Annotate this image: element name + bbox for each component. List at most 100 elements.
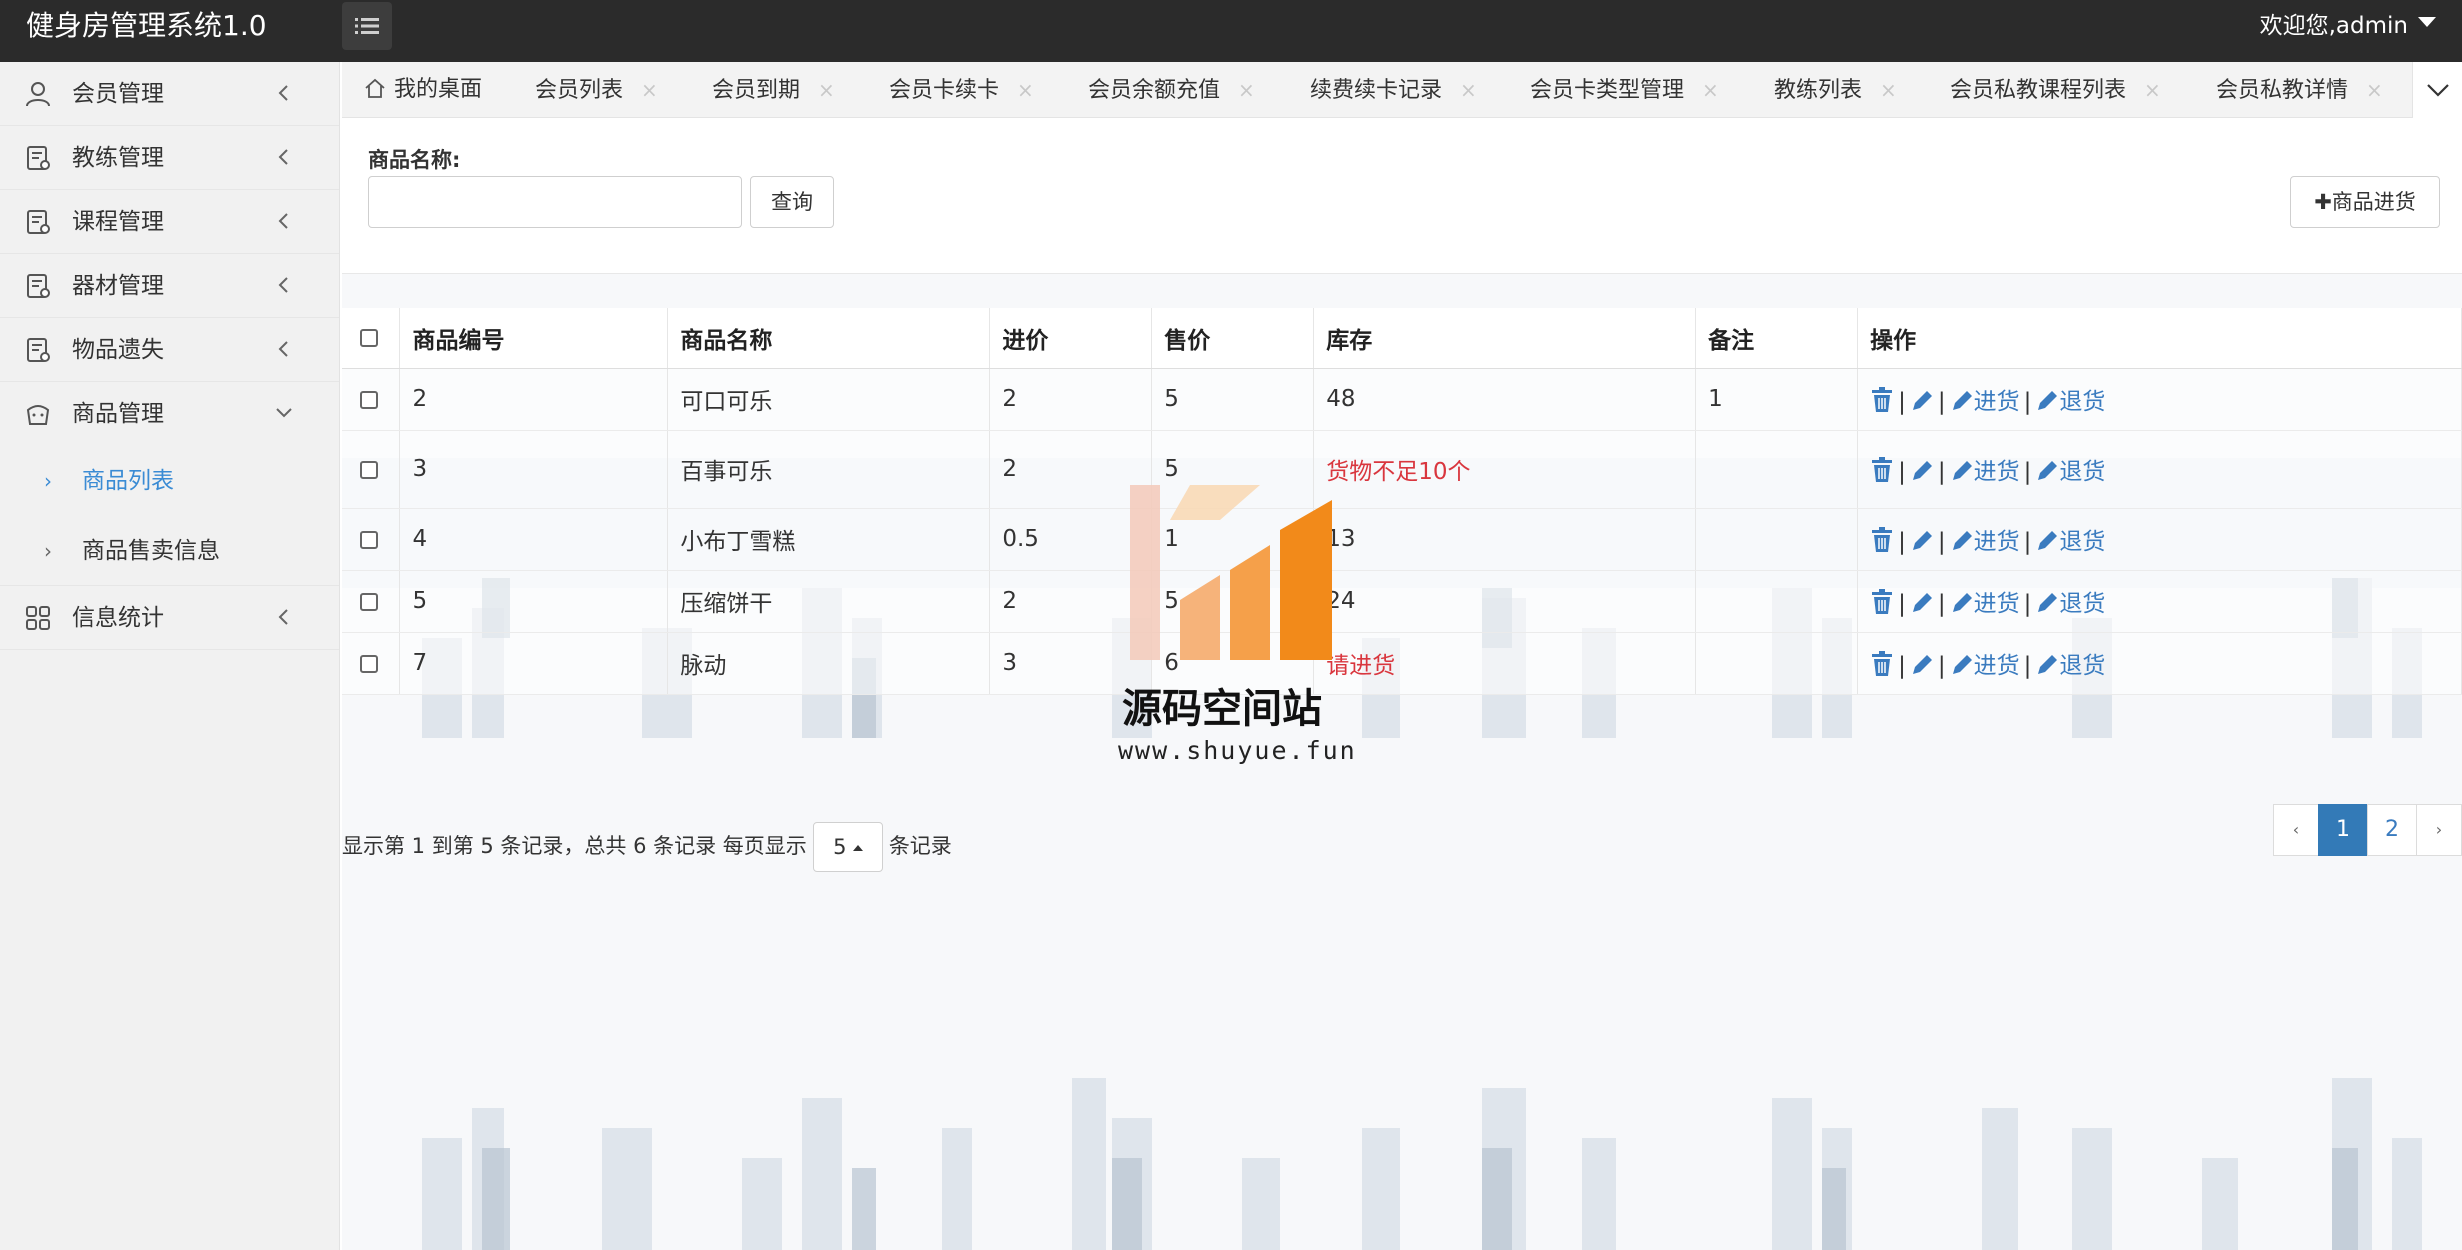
cell-price: 5 [1151,368,1315,431]
sidebar-subitem-label: 商品列表 [82,468,174,494]
close-icon[interactable]: × [2144,78,2161,102]
row-checkbox[interactable] [360,592,378,611]
return-link[interactable]: 退货 [2035,529,2105,555]
cell-note [1695,570,1859,633]
separator: | [1898,389,1906,415]
sidebar: 会员管理 教练管理 课程管理 器材管理 物品遗失 商品管理 › 商品列表 › 商… [0,62,340,1250]
row-checkbox[interactable] [360,654,378,673]
cell-id: 4 [399,508,669,571]
query-button[interactable]: 查询 [750,176,834,228]
pencil-icon[interactable] [1910,389,1934,413]
search-panel: 商品名称: 查询 ✚商品进货 [342,118,2462,274]
table-row: 3 百事可乐 2 5 货物不足10个 | | 进货 | 退货 [342,430,2462,509]
close-icon[interactable]: × [1880,78,1897,102]
row-checkbox[interactable] [360,390,378,409]
sidebar-item-label: 课程管理 [72,209,164,235]
tab-label: 续费续卡记录 [1310,78,1443,103]
tab-coach-list[interactable]: 教练列表 × [1774,62,1897,118]
sidebar-subitem-goods-list[interactable]: › 商品列表 [0,446,339,516]
cell-price: 5 [1151,430,1315,509]
page-button-1[interactable]: 1 [2318,804,2368,856]
row-checkbox-cell [342,508,401,571]
close-icon[interactable]: × [818,78,835,102]
restock-link[interactable]: 进货 [1950,389,2020,415]
close-icon[interactable]: × [1702,78,1719,102]
column-header[interactable]: 售价 [1151,308,1315,369]
cell-actions: | | 进货 | 退货 [1857,632,2462,695]
pencil-icon[interactable] [1910,459,1934,483]
tab-label: 会员余额充值 [1088,78,1221,103]
sidebar-item-coach[interactable]: 教练管理 [0,126,339,190]
sidebar-item-member[interactable]: 会员管理 [0,62,339,126]
row-checkbox[interactable] [360,460,378,479]
sidebar-item-statistics[interactable]: 信息统计 [0,586,339,650]
user-menu[interactable]: 欢迎您,admin [2260,0,2436,52]
close-icon[interactable]: × [1460,78,1477,102]
tab-member-expiry[interactable]: 会员到期 × [712,62,835,118]
column-header[interactable]: 库存 [1313,308,1697,369]
column-header[interactable]: 备注 [1695,308,1859,369]
pencil-icon[interactable] [1910,591,1934,615]
trash-icon[interactable] [1870,387,1894,413]
return-link[interactable]: 退货 [2035,459,2105,485]
home-icon [365,78,385,98]
column-header[interactable]: 进价 [989,308,1153,369]
sidebar-item-label: 物品遗失 [72,337,164,363]
close-icon[interactable]: × [641,78,658,102]
tab-private-course-list[interactable]: 会员私教课程列表 × [1950,62,2161,118]
tab-desktop[interactable]: 我的桌面 [364,62,482,118]
cell-stock-warning: 请进货 [1313,632,1697,695]
tab-renew-records[interactable]: 续费续卡记录 × [1310,62,1477,118]
pencil-icon [1952,593,1972,612]
cell-name: 压缩饼干 [667,570,991,633]
return-link[interactable]: 退货 [2035,591,2105,617]
page-size-select[interactable]: 5 [812,822,883,872]
close-icon[interactable]: × [2366,78,2383,102]
column-header[interactable]: 商品名称 [667,308,991,369]
return-link[interactable]: 退货 [2035,389,2105,415]
restock-link[interactable]: 进货 [1950,653,2020,679]
close-icon[interactable]: × [1017,78,1034,102]
pencil-icon [1952,391,1972,410]
trash-icon[interactable] [1870,651,1894,677]
tab-balance-recharge[interactable]: 会员余额充值 × [1088,62,1255,118]
cell-actions: | | 进货 | 退货 [1857,430,2462,509]
restock-link[interactable]: 进货 [1950,459,2020,485]
cell-stock: 24 [1313,570,1697,633]
tab-card-type[interactable]: 会员卡类型管理 × [1530,62,1719,118]
tab-more-button[interactable] [2412,62,2462,118]
sidebar-item-equipment[interactable]: 器材管理 [0,254,339,318]
return-link[interactable]: 退货 [2035,653,2105,679]
tab-member-list[interactable]: 会员列表 × [535,62,658,118]
trash-icon[interactable] [1870,589,1894,615]
add-goods-button[interactable]: ✚商品进货 [2290,176,2440,228]
page-button-2[interactable]: 2 [2367,804,2417,856]
sidebar-item-lost-items[interactable]: 物品遗失 [0,318,339,382]
restock-link[interactable]: 进货 [1950,529,2020,555]
menu-toggle-button[interactable] [342,2,392,50]
goods-name-input[interactable] [368,176,742,228]
pencil-icon[interactable] [1910,529,1934,553]
sidebar-item-goods[interactable]: 商品管理 [0,382,339,446]
pencil-icon[interactable] [1910,653,1934,677]
cell-actions: | | 进货 | 退货 [1857,508,2462,571]
select-all-checkbox[interactable] [360,329,378,348]
cell-id: 7 [399,632,669,695]
top-bar: 健身房管理系统1.0 欢迎您,admin [0,0,2462,62]
trash-icon[interactable] [1870,527,1894,553]
sidebar-item-course[interactable]: 课程管理 [0,190,339,254]
shopping-icon [26,405,50,425]
cell-cost: 2 [989,368,1153,431]
prev-page-button[interactable]: ‹ [2273,804,2319,856]
tab-card-renew[interactable]: 会员卡续卡 × [889,62,1034,118]
sidebar-subitem-goods-sales[interactable]: › 商品售卖信息 [0,516,339,586]
row-checkbox[interactable] [360,530,378,549]
watermark-url: www.shuyue.fun [1118,736,1357,765]
column-header[interactable]: 商品编号 [399,308,669,369]
trash-icon[interactable] [1870,457,1894,483]
next-page-button[interactable]: › [2416,804,2462,856]
close-icon[interactable]: × [1238,78,1255,102]
restock-link[interactable]: 进货 [1950,591,2020,617]
sidebar-item-label: 教练管理 [72,145,164,171]
tab-private-course-detail[interactable]: 会员私教详情 × [2216,62,2383,118]
